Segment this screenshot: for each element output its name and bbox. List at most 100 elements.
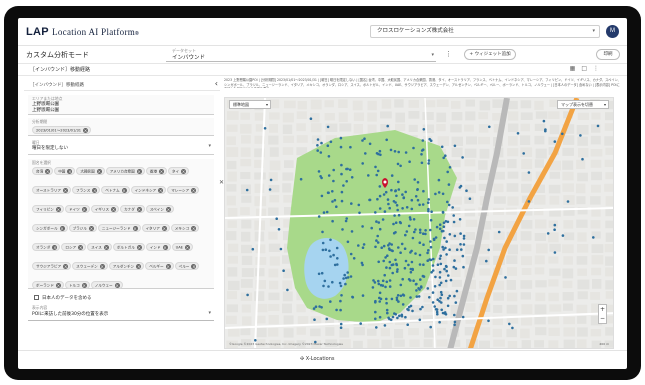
- country-chip[interactable]: 台湾 ×: [32, 167, 54, 175]
- collapse-icon[interactable]: ‹: [215, 79, 218, 88]
- avatar[interactable]: M: [606, 25, 619, 38]
- country-chip[interactable]: メキシコ ×: [170, 224, 200, 232]
- country-chip[interactable]: ポルトガル ×: [112, 243, 145, 251]
- checkbox-box[interactable]: [34, 295, 39, 300]
- country-chip[interactable]: イタリア ×: [141, 224, 170, 232]
- country-chip[interactable]: シンガポール ×: [32, 224, 68, 232]
- visitor-point: [422, 263, 425, 266]
- visitor-point: [445, 265, 448, 268]
- app-logo[interactable]: LAP Location AI Platform®: [26, 26, 139, 38]
- country-chip[interactable]: オランダ ×: [32, 243, 61, 251]
- country-chip[interactable]: アルゼンチン ×: [108, 262, 145, 270]
- zoom-out-button[interactable]: −: [599, 314, 606, 323]
- country-chip[interactable]: ノルウェー ×: [90, 281, 123, 289]
- country-chip[interactable]: インドネシア ×: [130, 186, 167, 194]
- country-chip[interactable]: 中国 ×: [54, 167, 76, 175]
- map-canvas[interactable]: [225, 98, 614, 349]
- zoom-in-button[interactable]: +: [599, 305, 606, 314]
- country-chip[interactable]: スペイン ×: [145, 205, 174, 213]
- country-chip[interactable]: ドイツ ×: [64, 205, 90, 213]
- remove-chip-icon[interactable]: ×: [81, 282, 87, 288]
- remove-chip-icon[interactable]: ×: [136, 206, 142, 212]
- remove-chip-icon[interactable]: ×: [191, 225, 197, 231]
- remove-chip-icon[interactable]: ×: [59, 225, 65, 231]
- remove-chip-icon[interactable]: ×: [121, 187, 127, 193]
- country-chip[interactable]: サウジアラビア ×: [32, 262, 72, 270]
- remove-chip-icon[interactable]: ×: [136, 263, 142, 269]
- country-chip[interactable]: ブラジル ×: [68, 224, 97, 232]
- remove-chip-icon[interactable]: ×: [55, 206, 61, 212]
- remove-chip-icon[interactable]: ×: [184, 244, 190, 250]
- print-button[interactable]: 印刷: [596, 49, 620, 60]
- remove-chip-icon[interactable]: ×: [78, 244, 84, 250]
- remove-chip-icon[interactable]: ×: [81, 206, 87, 212]
- remove-chip-icon[interactable]: ×: [45, 168, 51, 174]
- remove-chip-icon[interactable]: ×: [191, 187, 197, 193]
- period-chip[interactable]: 2023/01/01〜2023/01/31 ×: [32, 126, 92, 134]
- country-select[interactable]: 国名を選択 台湾 × 中国 × 大韓民国 × アメリカ合衆国 × 香港 × タイ ×オーストラリア × フ…: [28, 159, 214, 289]
- map-view[interactable]: 標準地図 ▾ マップ表示を切替 ▾ + − ©Google ©2023 Geotec…: [224, 97, 614, 349]
- remove-chip-icon[interactable]: ×: [52, 244, 58, 250]
- country-chip[interactable]: トルコ ×: [64, 281, 90, 289]
- remove-chip-icon[interactable]: ×: [191, 263, 197, 269]
- period-field[interactable]: 分析期間 2023/01/01〜2023/01/31 ×: [28, 118, 214, 136]
- remove-chip-icon[interactable]: ×: [136, 168, 142, 174]
- visitor-point: [439, 296, 442, 300]
- country-chip[interactable]: ポーランド ×: [32, 281, 64, 289]
- country-chip[interactable]: ベトナム ×: [101, 186, 130, 194]
- remove-chip-icon[interactable]: ×: [111, 206, 117, 212]
- remove-chip-icon[interactable]: ×: [162, 244, 168, 250]
- remove-chip-icon[interactable]: ×: [114, 282, 120, 288]
- dataset-select[interactable]: データセット インバウンド ▾: [166, 48, 436, 62]
- country-chip[interactable]: ベルギー ×: [145, 262, 174, 270]
- remove-chip-icon[interactable]: ×: [181, 168, 187, 174]
- country-chip[interactable]: カナダ ×: [120, 205, 145, 213]
- country-chip[interactable]: アメリカ合衆国 ×: [105, 167, 145, 175]
- remove-chip-icon[interactable]: ×: [92, 187, 98, 193]
- display-select[interactable]: 表示内容 POIに来訪した前後30分の位置を表示 ▾: [28, 305, 214, 321]
- remove-chip-icon[interactable]: ×: [158, 187, 164, 193]
- expand-icon[interactable]: □: [581, 65, 593, 72]
- japanese-data-checkbox[interactable]: 日本人のデータを含める: [34, 295, 92, 301]
- country-chip[interactable]: ニュージーランド ×: [97, 224, 141, 232]
- map-type-select[interactable]: 標準地図 ▾: [229, 100, 271, 109]
- remove-chip-icon[interactable]: ×: [63, 263, 69, 269]
- country-chip[interactable]: UAE ×: [171, 243, 193, 251]
- remove-chip-icon[interactable]: ×: [132, 225, 138, 231]
- more-menu-icon[interactable]: ⋮: [445, 50, 452, 58]
- country-chip[interactable]: スウェーデン ×: [72, 262, 108, 270]
- country-chip[interactable]: イギリス ×: [90, 205, 120, 213]
- remove-chip-icon[interactable]: ×: [99, 263, 105, 269]
- more-icon[interactable]: ⋮: [593, 65, 605, 72]
- country-chip[interactable]: タイ ×: [167, 167, 190, 175]
- add-widget-button[interactable]: + ウィジェット追加: [464, 49, 516, 60]
- remove-chip-icon[interactable]: ×: [103, 244, 109, 250]
- remove-chip-icon[interactable]: ×: [67, 168, 73, 174]
- country-chip-list: 台湾 × 中国 × 大韓民国 × アメリカ合衆国 × 香港 × タイ × オーストラリア × フランス × ベト…: [32, 166, 208, 299]
- remove-chip-icon[interactable]: ×: [62, 187, 68, 193]
- country-chip[interactable]: 大韓民国 ×: [76, 167, 105, 175]
- country-chip[interactable]: フィリピン ×: [32, 205, 64, 213]
- country-chip[interactable]: マレーシア ×: [167, 186, 200, 194]
- remove-chip-icon[interactable]: ×: [55, 282, 61, 288]
- country-chip[interactable]: ペルー ×: [174, 262, 200, 270]
- map-layer-select[interactable]: マップ表示を切替 ▾: [557, 100, 609, 109]
- country-chip[interactable]: ロシア ×: [61, 243, 87, 251]
- country-chip[interactable]: インド ×: [145, 243, 171, 251]
- remove-chip-icon[interactable]: ×: [136, 244, 142, 250]
- remove-chip-icon[interactable]: ×: [165, 263, 171, 269]
- remove-chip-icon[interactable]: ×: [158, 168, 164, 174]
- area-field[interactable]: エリアまたは地点 上野恩賜公園 上野恩賜公園: [28, 95, 214, 115]
- grid-icon[interactable]: ▦: [570, 65, 582, 72]
- remove-chip-icon[interactable]: ×: [161, 225, 167, 231]
- company-select[interactable]: クロスロケーションズ株式会社 ▾: [370, 25, 600, 38]
- remove-chip-icon[interactable]: ×: [88, 225, 94, 231]
- country-chip[interactable]: 香港 ×: [145, 167, 167, 175]
- weekday-select[interactable]: 曜日 曜日を限定しない ▾: [28, 139, 214, 155]
- country-chip[interactable]: オーストラリア ×: [32, 186, 71, 194]
- country-chip[interactable]: スイス ×: [87, 243, 112, 251]
- remove-chip-icon[interactable]: ×: [96, 168, 102, 174]
- country-chip[interactable]: フランス ×: [71, 186, 101, 194]
- remove-chip-icon[interactable]: ×: [165, 206, 171, 212]
- remove-chip-icon[interactable]: ×: [83, 127, 89, 133]
